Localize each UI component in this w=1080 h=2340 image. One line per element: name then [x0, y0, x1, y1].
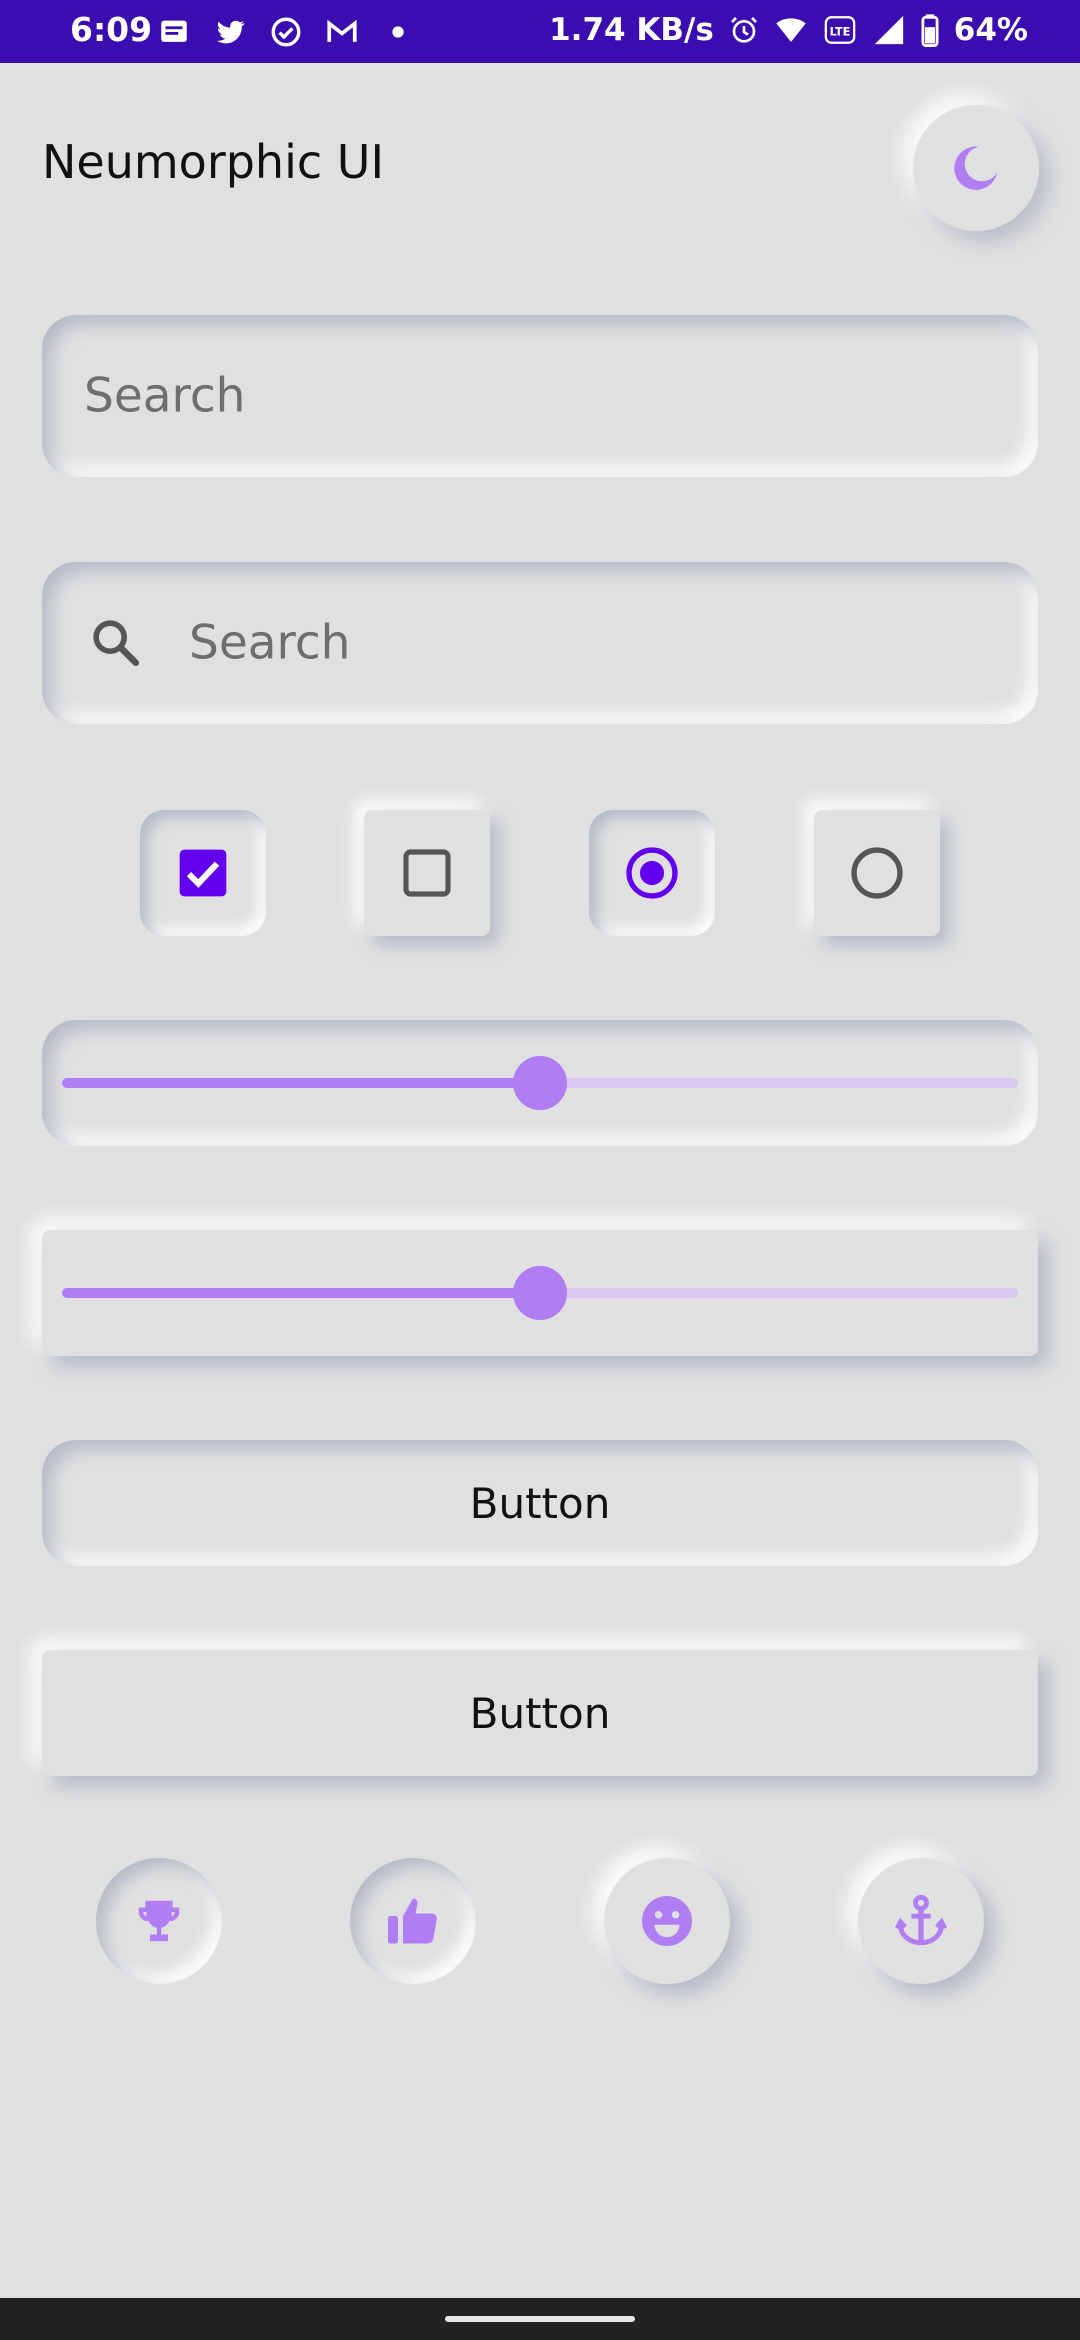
slider-track[interactable]	[62, 1266, 1018, 1320]
search-icon	[93, 620, 140, 667]
smiley-icon	[642, 1896, 692, 1946]
anchor-button[interactable]	[858, 1858, 984, 1984]
message-icon	[161, 20, 187, 42]
twitter-icon	[216, 20, 245, 44]
trophy-button[interactable]	[96, 1858, 222, 1984]
system-navigation-bar	[0, 2298, 1080, 2340]
battery-icon	[921, 14, 939, 47]
checkbox-checked-icon	[179, 849, 227, 897]
alarm-icon	[730, 17, 757, 43]
page-title: Neumorphic UI	[42, 135, 385, 189]
smiley-button[interactable]	[604, 1858, 730, 1984]
radio-selected-icon	[626, 847, 678, 899]
slider-thumb[interactable]	[513, 1266, 567, 1320]
home-gesture-handle[interactable]	[445, 2316, 635, 2322]
radio-selected[interactable]	[589, 810, 715, 936]
search-field-with-icon[interactable]: Search	[42, 562, 1038, 724]
slider-track[interactable]	[62, 1056, 1018, 1110]
inset-button[interactable]: Button	[42, 1440, 1038, 1566]
slider-raised[interactable]	[42, 1230, 1038, 1356]
slider-thumb[interactable]	[513, 1056, 567, 1110]
moon-icon	[954, 146, 998, 190]
svg-text:LTE: LTE	[829, 25, 850, 39]
anchor-icon	[894, 1894, 948, 1946]
network-speed: 1.74 KB/s	[549, 12, 714, 48]
checkbox-checked[interactable]	[140, 810, 266, 936]
trophy-icon	[138, 1900, 180, 1942]
slider-fill	[62, 1078, 540, 1088]
search-input[interactable]: Search	[84, 369, 245, 424]
check-circle-icon	[271, 17, 301, 47]
dot-icon	[392, 26, 404, 38]
raised-button[interactable]: Button	[42, 1650, 1038, 1776]
notification-icons	[156, 15, 416, 49]
wifi-icon	[776, 18, 806, 42]
slider-inset[interactable]	[42, 1020, 1038, 1146]
status-right: 1.74 KB/s LTE 64%	[549, 12, 1028, 48]
search-field[interactable]: Search	[42, 315, 1038, 477]
search-input[interactable]: Search	[189, 616, 350, 671]
gmail-icon	[327, 19, 357, 42]
signal-icon	[874, 15, 903, 45]
status-bar: 6:09 1.74 KB/s LTE 64%	[0, 0, 1080, 63]
checkbox-unchecked[interactable]	[364, 810, 490, 936]
checkbox-empty-icon	[403, 849, 451, 897]
radio-unselected[interactable]	[814, 810, 940, 936]
status-time: 6:09	[70, 10, 153, 49]
battery-percent: 64%	[953, 12, 1028, 48]
radio-empty-icon	[851, 847, 903, 899]
thumbs-up-button[interactable]	[350, 1858, 476, 1984]
thumbs-up-icon	[388, 1898, 437, 1944]
slider-fill	[62, 1288, 540, 1298]
volte-icon: LTE	[824, 16, 856, 44]
theme-toggle-button[interactable]	[913, 105, 1039, 231]
